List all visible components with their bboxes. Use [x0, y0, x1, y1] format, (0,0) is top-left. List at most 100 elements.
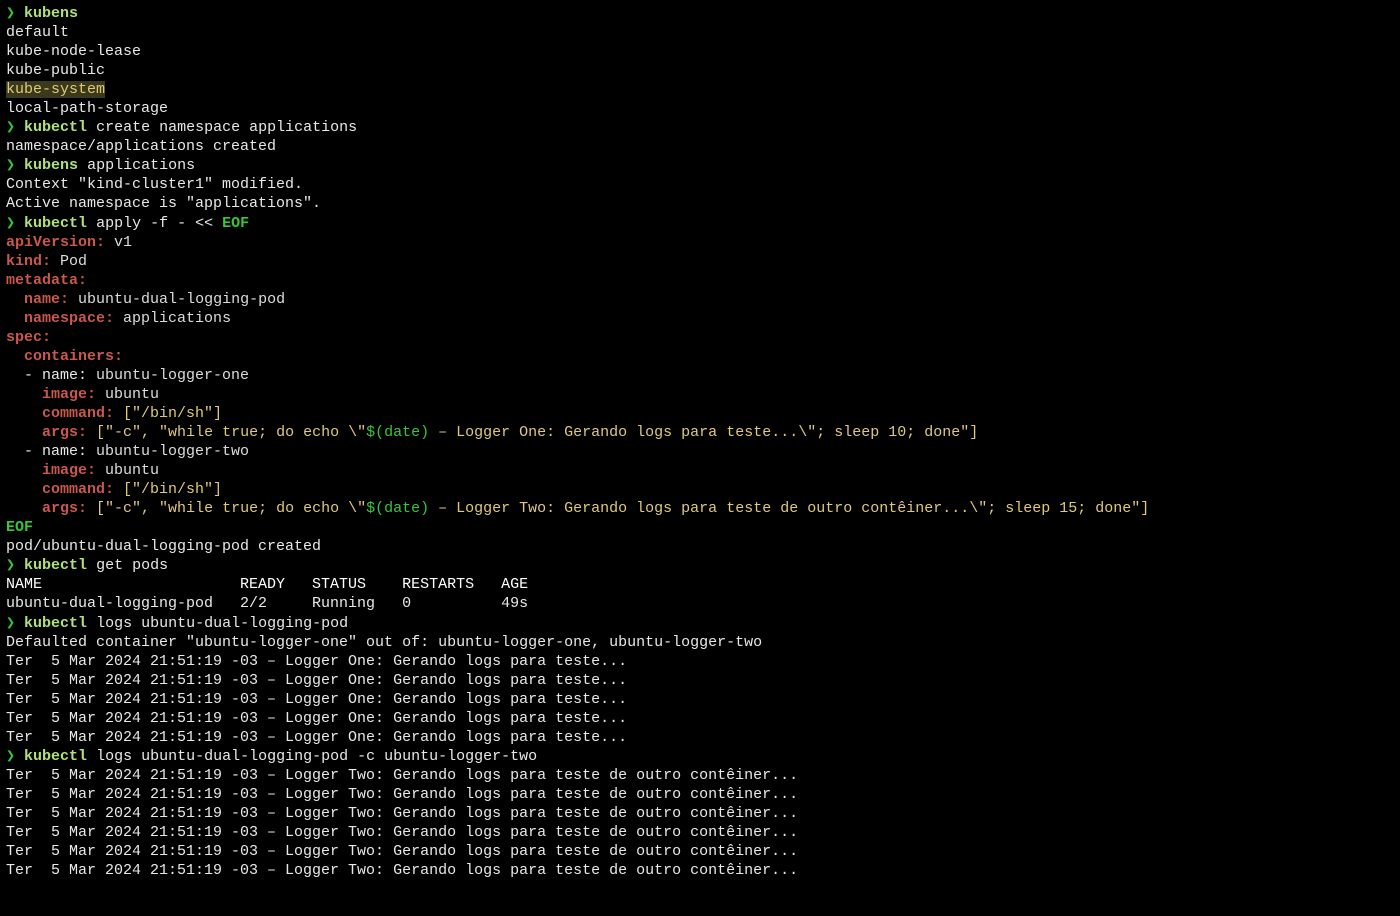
output: Context "kind-cluster1" modified.	[6, 176, 303, 193]
yaml-key-name: name:	[42, 367, 96, 384]
table-header: NAME READY STATUS RESTARTS AGE	[6, 575, 1394, 594]
dollar: $(	[366, 424, 384, 441]
yaml-line: spec:	[6, 328, 1394, 347]
command-args: logs ubuntu-dual-logging-pod	[96, 615, 348, 632]
eof-start: EOF	[222, 215, 249, 232]
args-a: ["-c", "while true; do echo \"	[96, 424, 366, 441]
yaml-line: - name: ubuntu-logger-one	[6, 366, 1394, 385]
log-line: Ter 5 Mar 2024 21:51:19 -03 – Logger One…	[6, 671, 1394, 690]
pods-header: NAME READY STATUS RESTARTS AGE	[6, 576, 528, 593]
namespace: default	[6, 24, 69, 41]
command: kubectl	[24, 615, 87, 632]
command: kubens	[24, 5, 78, 22]
yaml-key: apiVersion:	[6, 234, 105, 251]
yaml-key: metadata:	[6, 272, 87, 289]
namespace: kube-system	[6, 81, 105, 98]
prompt-line: ❯ kubectl get pods	[6, 556, 1394, 575]
dollar: $(	[366, 500, 384, 517]
log-two: Ter 5 Mar 2024 21:51:19 -03 – Logger Two…	[6, 786, 798, 803]
yaml-line: namespace: applications	[6, 309, 1394, 328]
prompt-line: ❯ kubens	[6, 4, 1394, 23]
prompt-arrow: ❯	[6, 215, 15, 232]
terminal[interactable]: ❯ kubensdefaultkube-node-leasekube-publi…	[0, 0, 1400, 884]
prompt-arrow: ❯	[6, 748, 15, 765]
output: pod/ubuntu-dual-logging-pod created	[6, 538, 321, 555]
prompt-arrow: ❯	[6, 557, 15, 574]
output-line: pod/ubuntu-dual-logging-pod created	[6, 537, 1394, 556]
log-one: Ter 5 Mar 2024 21:51:19 -03 – Logger One…	[6, 729, 627, 746]
prompt-arrow: ❯	[6, 119, 15, 136]
pods-row: ubuntu-dual-logging-pod 2/2 Running 0 49…	[6, 595, 528, 612]
prompt-line: ❯ kubectl logs ubuntu-dual-logging-pod	[6, 614, 1394, 633]
image: ubuntu	[105, 386, 159, 403]
yaml-line: - name: ubuntu-logger-two	[6, 442, 1394, 461]
yaml-value: v1	[114, 234, 132, 251]
date-fn: date	[384, 424, 420, 441]
command: ["/bin/sh"]	[123, 405, 222, 422]
output: Active namespace is "applications".	[6, 195, 321, 212]
namespace: local-path-storage	[6, 100, 168, 117]
yaml-line: name: ubuntu-dual-logging-pod	[6, 290, 1394, 309]
command-args: applications	[87, 157, 195, 174]
log-two: Ter 5 Mar 2024 21:51:19 -03 – Logger Two…	[6, 843, 798, 860]
yaml-key: name:	[24, 291, 69, 308]
prompt-arrow: ❯	[6, 5, 15, 22]
yaml-line: args: ["-c", "while true; do echo \"$(da…	[6, 423, 1394, 442]
namespace-item: default	[6, 23, 1394, 42]
yaml-line: image: ubuntu	[6, 385, 1394, 404]
prompt-line: ❯ kubectl logs ubuntu-dual-logging-pod -…	[6, 747, 1394, 766]
yaml-key: image:	[42, 462, 96, 479]
yaml-value: applications	[123, 310, 231, 327]
yaml-line: command: ["/bin/sh"]	[6, 404, 1394, 423]
log-line: Ter 5 Mar 2024 21:51:19 -03 – Logger One…	[6, 709, 1394, 728]
yaml-key: spec:	[6, 329, 51, 346]
log-line: Ter 5 Mar 2024 21:51:19 -03 – Logger Two…	[6, 861, 1394, 880]
output-line: namespace/applications created	[6, 137, 1394, 156]
default-container: Defaulted container "ubuntu-logger-one" …	[6, 634, 762, 651]
command: kubens	[24, 157, 78, 174]
command-args: apply -f -	[96, 215, 186, 232]
container-name: ubuntu-logger-two	[96, 443, 249, 460]
namespace-item: local-path-storage	[6, 99, 1394, 118]
log-two: Ter 5 Mar 2024 21:51:19 -03 – Logger Two…	[6, 824, 798, 841]
log-one: Ter 5 Mar 2024 21:51:19 -03 – Logger One…	[6, 672, 627, 689]
prompt-line: ❯ kubectl apply -f - << EOF	[6, 214, 1394, 233]
yaml-key-name: name:	[42, 443, 96, 460]
prompt-arrow: ❯	[6, 157, 15, 174]
log-line: Ter 5 Mar 2024 21:51:19 -03 – Logger Two…	[6, 823, 1394, 842]
namespace-item: kube-public	[6, 61, 1394, 80]
prompt-line: ❯ kubectl create namespace applications	[6, 118, 1394, 137]
prompt-arrow: ❯	[6, 615, 15, 632]
command-args: create namespace applications	[96, 119, 357, 136]
command: kubectl	[24, 748, 87, 765]
log-line: Ter 5 Mar 2024 21:51:19 -03 – Logger One…	[6, 728, 1394, 747]
command: kubectl	[24, 557, 87, 574]
paren-close: )	[420, 500, 429, 517]
command-args: get pods	[96, 557, 168, 574]
log-two: Ter 5 Mar 2024 21:51:19 -03 – Logger Two…	[6, 767, 798, 784]
yaml-key: kind:	[6, 253, 51, 270]
log-one: Ter 5 Mar 2024 21:51:19 -03 – Logger One…	[6, 653, 627, 670]
log-two: Ter 5 Mar 2024 21:51:19 -03 – Logger Two…	[6, 862, 798, 879]
args-b: – Logger One: Gerando logs para teste...…	[429, 424, 978, 441]
container-name: ubuntu-logger-one	[96, 367, 249, 384]
namespace-item: kube-node-lease	[6, 42, 1394, 61]
command: ["/bin/sh"]	[123, 481, 222, 498]
yaml-key: args:	[42, 424, 87, 441]
date-fn: date	[384, 500, 420, 517]
namespace-item: kube-system	[6, 80, 1394, 99]
yaml-line: containers:	[6, 347, 1394, 366]
yaml-key: args:	[42, 500, 87, 517]
log-two: Ter 5 Mar 2024 21:51:19 -03 – Logger Two…	[6, 805, 798, 822]
yaml-line: kind: Pod	[6, 252, 1394, 271]
namespace: kube-public	[6, 62, 105, 79]
yaml-line: command: ["/bin/sh"]	[6, 480, 1394, 499]
namespace: kube-node-lease	[6, 43, 141, 60]
log-one: Ter 5 Mar 2024 21:51:19 -03 – Logger One…	[6, 691, 627, 708]
log-line: Ter 5 Mar 2024 21:51:19 -03 – Logger Two…	[6, 766, 1394, 785]
yaml-line: image: ubuntu	[6, 461, 1394, 480]
output-line: Defaulted container "ubuntu-logger-one" …	[6, 633, 1394, 652]
yaml-value: Pod	[60, 253, 87, 270]
heredoc: <<	[195, 215, 213, 232]
log-line: Ter 5 Mar 2024 21:51:19 -03 – Logger Two…	[6, 842, 1394, 861]
